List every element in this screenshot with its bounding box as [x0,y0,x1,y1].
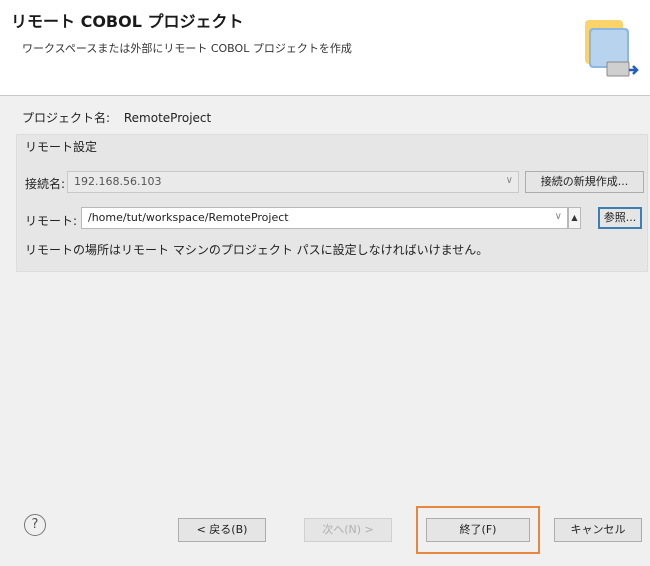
back-button[interactable]: < 戻る(B) [178,518,266,542]
wizard-header: リモート COBOL プロジェクト ワークスペースまたは外部にリモート COBO… [0,0,650,96]
next-button[interactable]: 次へ(N) > [304,518,392,542]
chevron-down-icon: ∨ [554,211,562,222]
remote-location-label: リモート: [25,214,78,228]
finish-button-highlight [416,506,540,554]
connection-name-value: 192.168.56.103 [74,175,162,188]
triangle-up-icon[interactable]: ▲ [568,207,581,229]
remote-settings-group: リモート設定 接続名: 192.168.56.103 ∨ 接続の新規作成... … [16,134,648,272]
project-name-value: RemoteProject [123,111,212,125]
cancel-button[interactable]: キャンセル [554,518,642,542]
remote-location-combo[interactable]: /home/tut/workspace/RemoteProject ∨ [81,207,568,229]
connection-name-label: 接続名: [25,177,66,191]
remote-location-value: /home/tut/workspace/RemoteProject [88,211,289,224]
remote-settings-label: リモート設定 [25,140,98,154]
new-connection-button[interactable]: 接続の新規作成... [525,171,644,193]
project-name-row: プロジェクト名: RemoteProject [22,109,211,126]
project-name-label: プロジェクト名: [22,111,111,125]
remote-project-wizard-icon [583,6,641,85]
connection-name-combo[interactable]: 192.168.56.103 ∨ [67,171,519,193]
remote-location-note: リモートの場所はリモート マシンのプロジェクト パスに設定しなければいけません。 [25,243,489,257]
wizard-title: リモート COBOL プロジェクト [11,12,244,31]
chevron-down-icon: ∨ [505,175,513,186]
help-icon[interactable]: ? [24,514,46,536]
browse-button[interactable]: 参照... [598,207,642,229]
wizard-description: ワークスペースまたは外部にリモート COBOL プロジェクトを作成 [22,42,352,55]
